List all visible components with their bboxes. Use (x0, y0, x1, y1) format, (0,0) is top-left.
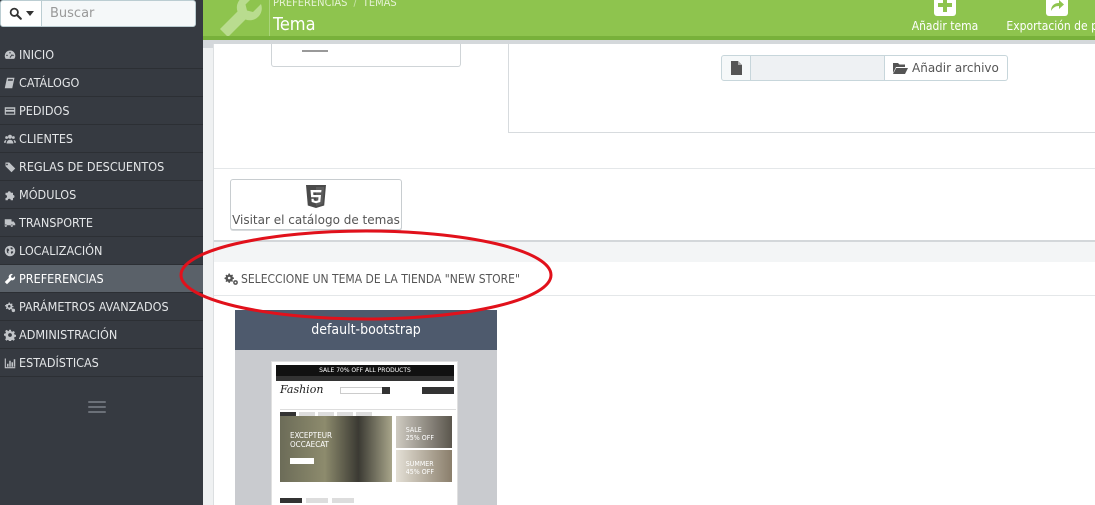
preview-side-banner: SUMMER 45% OFF (396, 450, 452, 482)
users-icon (3, 132, 17, 146)
sidebar-collapse-button[interactable] (88, 401, 106, 415)
share-square-icon (1046, 0, 1068, 16)
export-theme-label: Exportación de pla (1006, 19, 1095, 33)
puzzle-icon (3, 188, 17, 202)
sidebar: INICIO CATÁLOGO PEDIDOS CLIENTES REGLAS … (0, 0, 203, 505)
search-input[interactable] (41, 0, 196, 27)
sidebar-item-label: MÓDULOS (19, 187, 77, 202)
plus-square-icon (934, 0, 956, 16)
sidebar-item-label: TRANSPORTE (19, 215, 93, 230)
sidebar-item-administracion[interactable]: ADMINISTRACIÓN (0, 321, 203, 349)
cog-icon (3, 328, 17, 342)
file-upload-group: Añadir archivo (721, 55, 1008, 81)
visit-theme-catalog-button[interactable]: Visitar el catálogo de temas (230, 179, 402, 230)
dashboard-icon (3, 48, 17, 62)
tags-icon (3, 160, 17, 174)
preview-banner: SALE 70% OFF ALL PRODUCTS (276, 365, 454, 376)
page-title: Tema (273, 14, 316, 35)
preview-side-banner: SALE 25% OFF (396, 416, 452, 448)
sidebar-item-label: PARÁMETROS AVANZADOS (19, 299, 169, 314)
sidebar-item-label: ADMINISTRACIÓN (19, 327, 118, 342)
sidebar-item-label: REGLAS DE DESCUENTOS (19, 159, 165, 174)
theme-thumbnail-card (271, 44, 461, 67)
truck-icon (3, 216, 17, 230)
sidebar-item-label: CLIENTES (19, 131, 74, 146)
sidebar-item-pedidos[interactable]: PEDIDOS (0, 97, 203, 125)
html5-icon (306, 185, 326, 208)
add-file-button[interactable]: Añadir archivo (885, 55, 1008, 81)
sidebar-item-reglas-descuentos[interactable]: REGLAS DE DESCUENTOS (0, 153, 203, 181)
add-theme-button[interactable]: Añadir tema (907, 0, 983, 36)
theme-name: default-bootstrap (235, 310, 497, 350)
sidebar-item-label: INICIO (19, 47, 55, 62)
sidebar-item-catalogo[interactable]: CATÁLOGO (0, 69, 203, 97)
preview-logo: Fashion (280, 383, 324, 396)
breadcrumb: PREFERENCIAS / TEMAS (273, 0, 397, 9)
breadcrumb-item-temas[interactable]: TEMAS (363, 0, 397, 9)
theme-preview-image[interactable]: SALE 70% OFF ALL PRODUCTS Fashion EXCEPT… (271, 361, 458, 505)
section-separator-band (214, 240, 1095, 262)
search-type-dropdown[interactable] (0, 0, 42, 27)
sidebar-item-estadisticas[interactable]: ESTADÍSTICAS (0, 349, 203, 377)
preview-hero: EXCEPTEUR OCCAECAT (280, 416, 392, 482)
export-theme-button[interactable]: Exportación de pla (992, 0, 1095, 36)
upload-panel: Añadir archivo (508, 44, 1095, 133)
sidebar-item-clientes[interactable]: CLIENTES (0, 125, 203, 153)
theme-selection-header: SELECCIONE UN TEMA DE LA TIENDA "NEW STO… (214, 262, 1095, 296)
add-file-label: Añadir archivo (912, 61, 999, 75)
theme-section-title: SELECCIONE UN TEMA DE LA TIENDA "NEW STO… (241, 271, 520, 286)
main-menu: INICIO CATÁLOGO PEDIDOS CLIENTES REGLAS … (0, 41, 203, 377)
sidebar-item-label: PREFERENCIAS (19, 271, 104, 286)
sidebar-item-label: ESTADÍSTICAS (19, 355, 99, 370)
search-bar (0, 0, 196, 27)
header-divider (269, 0, 270, 36)
chevron-down-icon (25, 11, 34, 16)
cogs-icon (224, 273, 238, 285)
section-divider (214, 168, 1095, 169)
breadcrumb-item-preferencias[interactable]: PREFERENCIAS (273, 0, 347, 9)
upload-filename-field[interactable] (751, 55, 885, 81)
add-theme-label: Añadir tema (911, 19, 979, 33)
hamburger-icon (88, 401, 106, 403)
folder-open-icon (893, 63, 908, 74)
sidebar-item-parametros-avanzados[interactable]: PARÁMETROS AVANZADOS (0, 293, 203, 321)
sidebar-item-transporte[interactable]: TRANSPORTE (0, 209, 203, 237)
bar-chart-icon (3, 356, 17, 370)
page-header: PREFERENCIAS / TEMAS Tema Añadir tema Expo… (203, 0, 1095, 40)
credit-card-icon (3, 104, 17, 118)
wrench-icon (3, 272, 17, 286)
wrench-icon (220, 0, 262, 36)
file-icon (721, 55, 751, 81)
sidebar-item-label: CATÁLOGO (19, 75, 80, 90)
sidebar-item-preferencias[interactable]: PREFERENCIAS (0, 265, 203, 293)
sidebar-item-localizacion[interactable]: LOCALIZACIÓN (0, 237, 203, 265)
sidebar-item-modulos[interactable]: MÓDULOS (0, 181, 203, 209)
theme-card[interactable]: default-bootstrap SALE 70% OFF ALL PRODU… (235, 310, 497, 505)
sidebar-item-inicio[interactable]: INICIO (0, 41, 203, 69)
main-content: Añadir archivo Visitar el catálogo de te… (213, 44, 1095, 505)
sidebar-item-label: LOCALIZACIÓN (19, 243, 103, 258)
book-icon (3, 76, 17, 90)
visit-catalog-label: Visitar el catálogo de temas (232, 213, 400, 227)
search-icon (9, 7, 22, 20)
sidebar-item-label: PEDIDOS (19, 103, 70, 118)
cogs-icon (3, 300, 17, 314)
globe-icon (3, 244, 17, 258)
